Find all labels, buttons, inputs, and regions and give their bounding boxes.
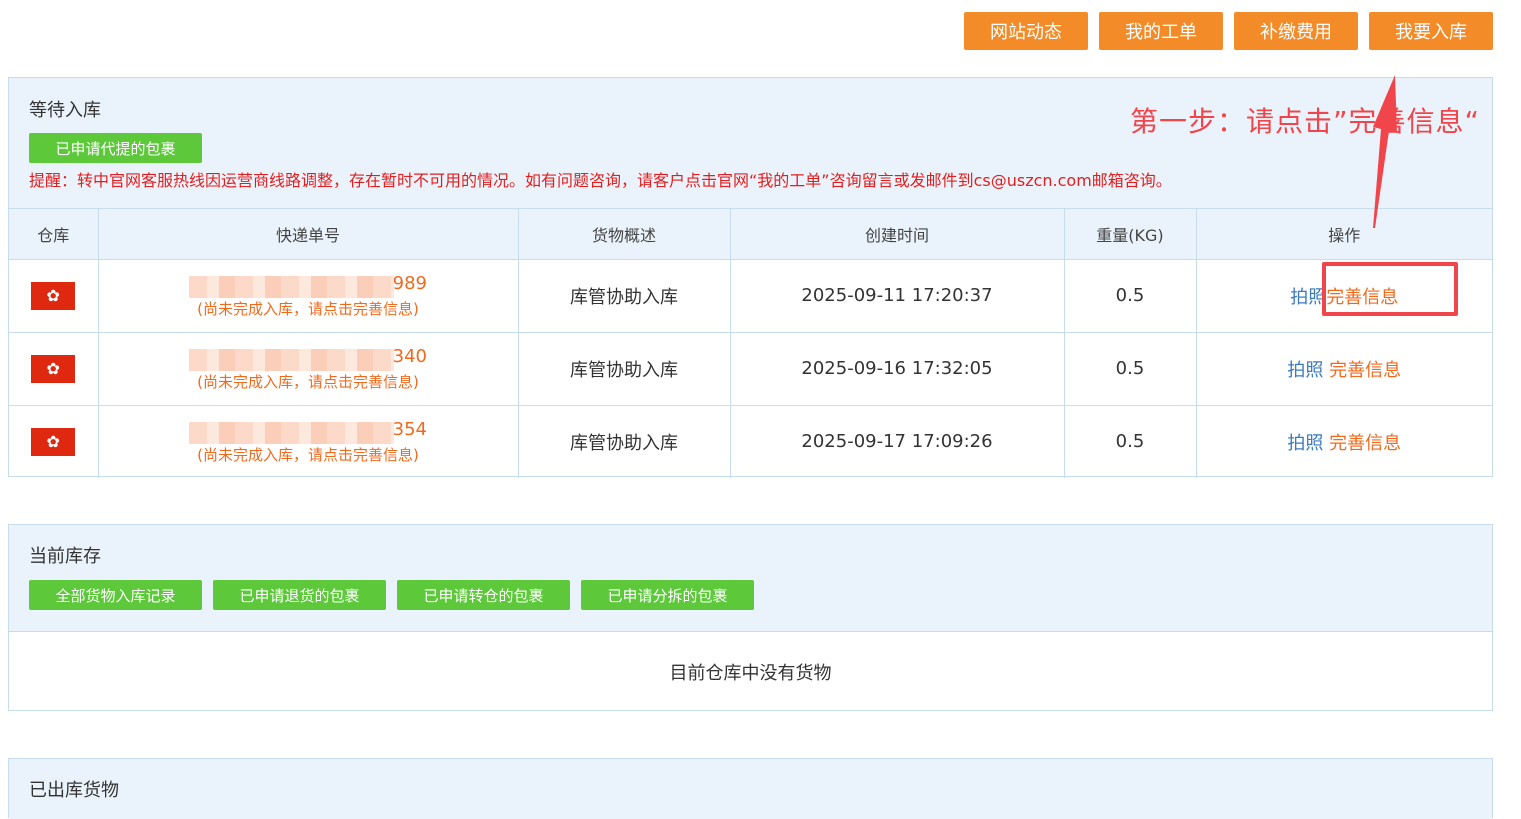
hong-kong-flag-icon: ✿ [31,427,76,456]
created-time-cell: 2025-09-17 17:09:26 [730,405,1065,478]
all-inbound-records-button[interactable]: 全部货物入库记录 [29,580,202,610]
incomplete-hint: (尚未完成入库，请点击完善信息) [197,372,419,391]
site-news-button[interactable]: 网站动态 [964,12,1088,50]
created-time-cell: 2025-09-16 17:32:05 [730,332,1065,406]
redacted-tracking-mask [189,275,394,298]
inbound-button[interactable]: 我要入库 [1369,12,1493,50]
pending-table: 仓库 快递单号 货物概述 创建时间 重量(KG) 操作 ✿ 989 (尚未完成入… [9,209,1492,478]
redacted-tracking-mask [189,348,394,371]
pending-panel-header: 等待入库 已申请代提的包裹 提醒：转中官网客服热线因运营商线路调整，存在暂时不可… [9,78,1492,209]
warehouse-cell: ✿ [9,405,99,478]
top-action-bar: 网站动态 我的工单 补缴费用 我要入库 [964,12,1493,50]
shipped-panel-header: 已出库货物 [9,759,1492,819]
my-tickets-button[interactable]: 我的工单 [1099,12,1223,50]
tracking-cell: 989 (尚未完成入库，请点击完善信息) [98,259,519,333]
shipped-panel-title: 已出库货物 [29,780,119,801]
complete-info-link[interactable]: 完善信息 [1329,360,1401,381]
complete-info-link[interactable]: 完善信息 [1329,433,1401,454]
tracking-number[interactable]: 340 (尚未完成入库，请点击完善信息) [189,346,427,392]
incomplete-hint: (尚未完成入库，请点击完善信息) [197,445,419,464]
description-cell: 库管协助入库 [518,332,731,406]
step-annotation: 第一步：请点击”完善信息“ [1129,105,1480,138]
warehouse-cell: ✿ [9,332,99,406]
tracking-cell: 340 (尚未完成入库，请点击完善信息) [98,332,519,406]
col-warehouse: 仓库 [9,209,99,260]
stock-panel-header: 当前库存 全部货物入库记录 已申请退货的包裹 已申请转仓的包裹 已申请分拆的包裹 [9,525,1492,632]
current-stock-panel: 当前库存 全部货物入库记录 已申请退货的包裹 已申请转仓的包裹 已申请分拆的包裹… [8,524,1493,711]
return-requests-button[interactable]: 已申请退货的包裹 [213,580,386,610]
complete-info-link[interactable]: 完善信息 [1326,287,1398,308]
stock-button-row: 全部货物入库记录 已申请退货的包裹 已申请转仓的包裹 已申请分拆的包裹 [29,580,754,610]
col-created: 创建时间 [730,209,1065,260]
col-weight: 重量(KG) [1064,209,1197,260]
photo-link[interactable]: 拍照 [1290,287,1326,308]
table-row: ✿ 340 (尚未完成入库，请点击完善信息) 库管协助入库 2025-09-16… [9,332,1492,406]
table-row: ✿ 354 (尚未完成入库，请点击完善信息) 库管协助入库 2025-09-17… [9,405,1492,478]
weight-cell: 0.5 [1064,259,1197,333]
col-description: 货物概述 [518,209,731,260]
col-tracking: 快递单号 [98,209,519,260]
table-row: ✿ 989 (尚未完成入库，请点击完善信息) 库管协助入库 2025-09-11… [9,259,1492,333]
description-cell: 库管协助入库 [518,259,731,333]
pending-inbound-panel: 等待入库 已申请代提的包裹 提醒：转中官网客服热线因运营商线路调整，存在暂时不可… [8,77,1493,478]
empty-stock-message: 目前仓库中没有货物 [669,662,832,684]
actions-cell: 拍照完善信息 [1196,259,1492,333]
pay-fees-button[interactable]: 补缴费用 [1234,12,1358,50]
weight-cell: 0.5 [1064,332,1197,406]
tracking-cell: 354 (尚未完成入库，请点击完善信息) [98,405,519,478]
hong-kong-flag-icon: ✿ [31,281,76,310]
transfer-requests-button[interactable]: 已申请转仓的包裹 [397,580,570,610]
photo-link[interactable]: 拍照 [1287,433,1323,454]
stock-panel-title: 当前库存 [29,546,101,567]
col-actions: 操作 [1196,209,1492,260]
shipped-goods-panel: 已出库货物 [8,758,1493,819]
warehouse-cell: ✿ [9,259,99,333]
actions-cell: 拍照 完善信息 [1196,405,1492,478]
tracking-number[interactable]: 354 (尚未完成入库，请点击完善信息) [189,419,427,465]
incomplete-hint: (尚未完成入库，请点击完善信息) [197,299,419,318]
photo-link[interactable]: 拍照 [1287,360,1323,381]
redacted-tracking-mask [189,421,394,444]
arrow-up-icon [1373,75,1397,228]
hong-kong-flag-icon: ✿ [31,354,76,383]
pending-panel-title: 等待入库 [29,100,101,121]
tracking-number[interactable]: 989 (尚未完成入库，请点击完善信息) [189,273,427,319]
weight-cell: 0.5 [1064,405,1197,478]
created-time-cell: 2025-09-11 17:20:37 [730,259,1065,333]
applied-pickup-button[interactable]: 已申请代提的包裹 [29,133,202,163]
split-requests-button[interactable]: 已申请分拆的包裹 [581,580,754,610]
description-cell: 库管协助入库 [518,405,731,478]
actions-cell: 拍照 完善信息 [1196,332,1492,406]
table-header-row: 仓库 快递单号 货物概述 创建时间 重量(KG) 操作 [9,209,1492,260]
service-notice: 提醒：转中官网客服热线因运营商线路调整，存在暂时不可用的情况。如有问题咨询，请客… [29,171,1172,190]
